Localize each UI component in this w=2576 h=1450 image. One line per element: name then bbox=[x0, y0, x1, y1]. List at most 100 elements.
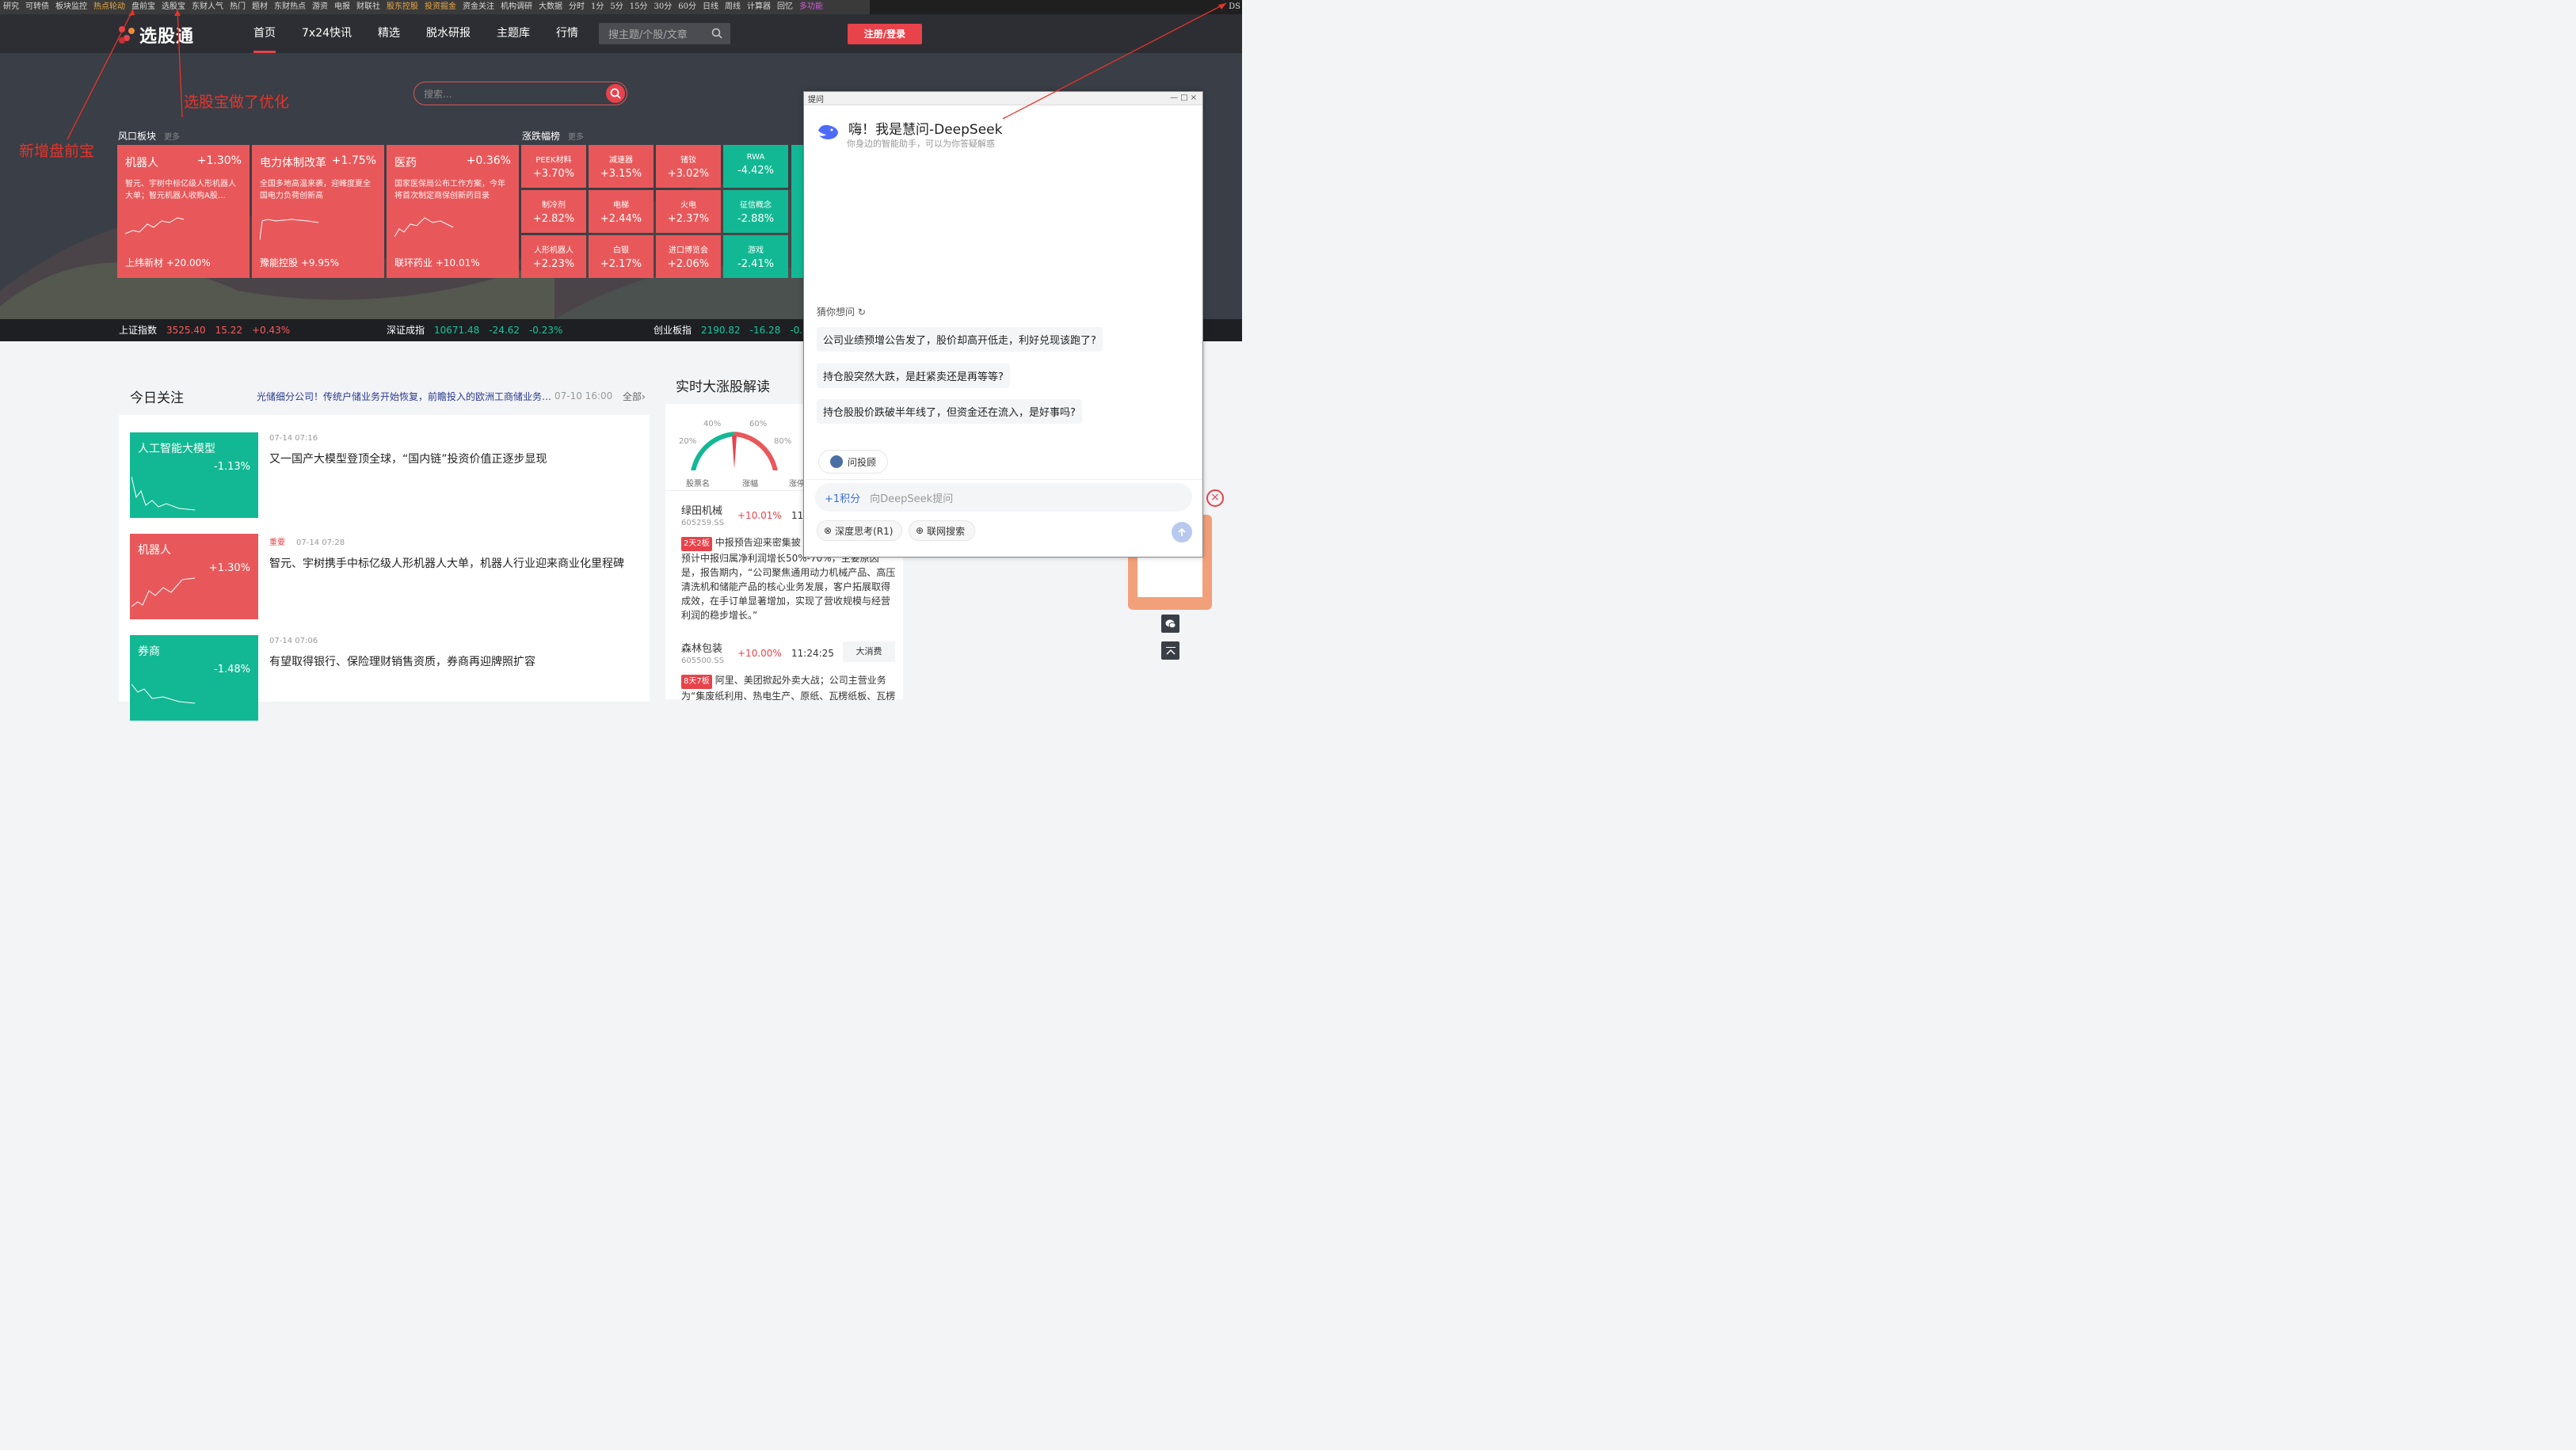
ds-label[interactable]: DS bbox=[1229, 0, 1240, 14]
ask-input[interactable]: +1积分 向DeepSeek提问 bbox=[815, 483, 1192, 512]
focus-tile[interactable]: 人工智能大模型 -1.13% bbox=[130, 432, 258, 518]
sectors-more-link[interactable]: 更多 bbox=[164, 133, 180, 142]
toolbar-item[interactable]: 机构调研 bbox=[497, 0, 535, 14]
back-to-top-icon[interactable] bbox=[1161, 641, 1179, 660]
minimize-icon[interactable]: — bbox=[1170, 93, 1180, 102]
toolbar-item[interactable]: 题材 bbox=[249, 0, 271, 14]
toolbar-item[interactable]: 30分 bbox=[650, 0, 675, 14]
toolbar-item[interactable]: 大数据 bbox=[535, 0, 566, 14]
toolbar-item[interactable]: 回忆 bbox=[774, 0, 796, 14]
toolbar-item[interactable]: 财联社 bbox=[353, 0, 383, 14]
concept-tag[interactable]: 大消费 bbox=[843, 641, 895, 662]
deep-think-toggle[interactable]: ⊗ 深度思考(R1) bbox=[817, 520, 902, 541]
nav-item[interactable]: 7x24快讯 bbox=[302, 14, 352, 53]
toolbar-item[interactable]: 5分 bbox=[607, 0, 626, 14]
sector-card[interactable]: 机器人 +1.30% 智元、宇树中标亿级人形机器人大单；智元机器人收购A股… 上纬新材… bbox=[117, 145, 250, 278]
toolbar-item[interactable]: 盘前宝 bbox=[128, 0, 158, 14]
toolbar-item[interactable]: 电报 bbox=[331, 0, 353, 14]
rank-tile[interactable]: 火电 +2.37% bbox=[656, 190, 721, 233]
stock-code: 605259.SS bbox=[681, 519, 725, 527]
sector-card[interactable]: 电力体制改革 +1.75% 全国多地高温来袭，迎峰度夏全国电力负荷创新高 豫能控股 +… bbox=[252, 145, 384, 278]
toolbar-item[interactable]: 可转债 bbox=[22, 0, 52, 14]
toolbar-item[interactable]: 热点轮动 bbox=[90, 0, 128, 14]
index-item[interactable]: 创业板指 2190.82 -16.28 -0.7 bbox=[654, 319, 809, 341]
rank-tile[interactable]: 制冷剂 +2.82% bbox=[521, 190, 586, 233]
focus-headline-link[interactable]: 光储细分公司！传统户储业务开始恢复，前瞻投入的欧洲工商储业务… bbox=[257, 390, 551, 403]
nav-item[interactable]: 首页 bbox=[253, 14, 276, 53]
focus-article[interactable]: 07-14 07:16 又一国产大模型登顶全球，“国内链”投资价值正逐步显现 bbox=[269, 434, 547, 466]
nav-item[interactable]: 精选 bbox=[378, 14, 400, 53]
rank-more-link[interactable]: 更多 bbox=[568, 133, 584, 142]
wechat-icon[interactable] bbox=[1161, 615, 1179, 633]
rank-tile[interactable]: PEEK材料 +3.70% bbox=[521, 145, 586, 188]
close-icon[interactable]: × bbox=[1191, 93, 1199, 102]
toolbar-item[interactable]: 游资 bbox=[309, 0, 331, 14]
toolbar-item[interactable]: 板块监控 bbox=[52, 0, 90, 14]
rank-tile[interactable]: 锗钕 +3.02% bbox=[656, 145, 721, 188]
suggested-question[interactable]: 持仓股股价跌破半年线了，但资金还在流入，是好事吗? bbox=[817, 399, 1082, 424]
nav-item[interactable]: 行情 bbox=[556, 14, 578, 53]
toolbar-item[interactable]: 60分 bbox=[675, 0, 699, 14]
rank-pct: -2.88% bbox=[737, 213, 774, 225]
nav-item[interactable]: 主题库 bbox=[497, 14, 530, 53]
toolbar-item[interactable]: 研究 bbox=[0, 0, 22, 14]
rank-tile[interactable]: 人形机器人 +2.23% bbox=[521, 235, 586, 278]
globe-icon: ⊕ bbox=[916, 525, 924, 536]
toolbar-item[interactable]: 15分 bbox=[627, 0, 651, 14]
stock-name: 绿田机械 bbox=[681, 505, 723, 517]
register-login-button[interactable]: 注册/登录 bbox=[848, 24, 922, 44]
rank-tile[interactable]: 进口博览会 +2.06% bbox=[656, 235, 721, 278]
toolbar-item[interactable]: 1分 bbox=[588, 0, 607, 14]
points-label: +1积分 bbox=[825, 493, 861, 505]
focus-all-link[interactable]: 全部› bbox=[623, 390, 646, 403]
suggested-question[interactable]: 持仓股突然大跌，是赶紧卖还是再等等? bbox=[817, 363, 1010, 388]
rank-tile[interactable]: RWA -4.42% bbox=[723, 145, 788, 188]
toolbar-item[interactable]: 资金关注 bbox=[459, 0, 497, 14]
rank-tile[interactable]: 电梯 +2.44% bbox=[589, 190, 654, 233]
index-change: -16.28 bbox=[749, 325, 781, 336]
index-item[interactable]: 深证成指 10671.48 -24.62 -0.23% bbox=[387, 319, 562, 341]
divider bbox=[806, 479, 1202, 480]
realtime-stock-row[interactable]: 绿田机械 605259.SS bbox=[681, 502, 724, 527]
nav-item[interactable]: 脱水研报 bbox=[426, 14, 471, 53]
toolbar-item[interactable]: 计算器 bbox=[744, 0, 774, 14]
index-item[interactable]: 上证指数 3525.40 15.22 +0.43% bbox=[119, 319, 290, 341]
toolbar-item[interactable]: 投资掘金 bbox=[421, 0, 459, 14]
maximize-icon[interactable]: □ bbox=[1180, 93, 1190, 102]
refresh-icon[interactable]: ↻ bbox=[858, 306, 866, 318]
dialog-hello: 嗨！我是慧问-DeepSeek bbox=[848, 122, 1003, 138]
toolbar-item[interactable]: 多功能 bbox=[796, 0, 826, 14]
toolbar-item[interactable]: 周线 bbox=[722, 0, 744, 14]
suggested-question[interactable]: 公司业绩预增公告发了，股价却高开低走，利好兑现该跑了? bbox=[817, 327, 1103, 352]
stock-pct: +10.00% bbox=[737, 648, 782, 659]
hero-search-button[interactable] bbox=[606, 84, 625, 103]
toolbar-item[interactable]: 股东控股 bbox=[383, 0, 421, 14]
toolbar-item[interactable]: 东财热点 bbox=[271, 0, 309, 14]
rank-tile[interactable]: 减速器 +3.15% bbox=[589, 145, 654, 188]
focus-article[interactable]: 重要 07-14 07:28 智元、宇树携手中标亿级人形机器人大单，机器人行业迎来商… bbox=[269, 535, 624, 571]
toolbar-item[interactable]: 分时 bbox=[566, 0, 588, 14]
toolbar-item[interactable]: 日线 bbox=[699, 0, 722, 14]
close-circle-icon[interactable]: × bbox=[1206, 489, 1224, 507]
window-controls[interactable]: —□× bbox=[1170, 93, 1199, 102]
hero-search-input[interactable]: 搜索... bbox=[413, 82, 627, 105]
web-search-toggle[interactable]: ⊕ 联网搜索 bbox=[909, 520, 975, 541]
toolbar-item[interactable]: 东财人气 bbox=[189, 0, 227, 14]
focus-tile[interactable]: 券商 -1.48% bbox=[130, 635, 258, 721]
toolbar-item[interactable]: 选股宝 bbox=[158, 0, 189, 14]
rank-tile[interactable]: 白银 +2.17% bbox=[589, 235, 654, 278]
send-button[interactable] bbox=[1172, 522, 1192, 542]
rank-tile[interactable]: 游戏 -2.41% bbox=[723, 235, 788, 278]
index-pct: +0.43% bbox=[252, 325, 291, 336]
sector-card[interactable]: 医药 +0.36% 国家医保局公布工作方案，今年将首次制定商保创新药目录 联环药业 +… bbox=[387, 145, 519, 278]
nav-search-input[interactable]: 搜主题/个股/文章 bbox=[599, 23, 730, 44]
toolbar-item[interactable]: 热门 bbox=[227, 0, 249, 14]
rank-tile[interactable]: 征信概念 -2.88% bbox=[723, 190, 788, 233]
sector-pct: +1.30% bbox=[196, 154, 242, 167]
ask-advisor-button[interactable]: 问投顾 bbox=[818, 450, 888, 474]
logo[interactable]: 选股通 bbox=[119, 22, 194, 48]
focus-tile[interactable]: 机器人 +1.30% bbox=[130, 534, 258, 619]
search-icon[interactable] bbox=[711, 28, 722, 39]
focus-article[interactable]: 07-14 07:06 有望取得银行、保险理财销售资质，券商再迎牌照扩容 bbox=[269, 637, 535, 669]
realtime-stock-row[interactable]: 森林包装 605500.SS bbox=[681, 640, 724, 665]
